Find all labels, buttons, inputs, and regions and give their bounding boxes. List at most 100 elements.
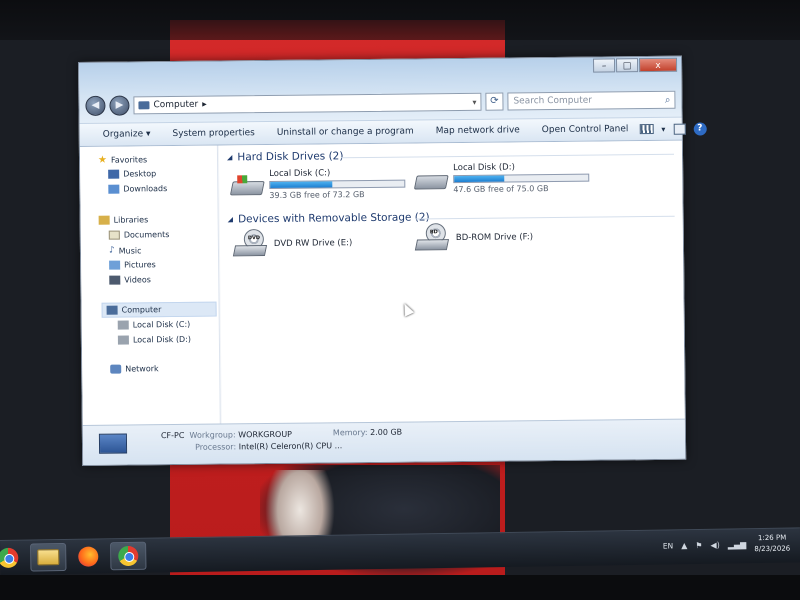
help-icon[interactable]: ? xyxy=(693,121,707,136)
taskbar-chrome-pinned[interactable] xyxy=(0,544,26,573)
screen-bezel-top xyxy=(0,0,800,40)
drive-free-space: 39.3 GB free of 73.2 GB xyxy=(269,190,365,201)
drive-name: Local Disk (C:) xyxy=(269,168,331,180)
group-title: Devices with Removable Storage (2) xyxy=(237,211,430,226)
desktop-icon xyxy=(108,169,120,179)
back-button[interactable]: ◀ xyxy=(85,95,106,116)
computer-name: CF-PC xyxy=(160,430,185,441)
address-text: Computer xyxy=(153,99,199,111)
disc-badge: DVD xyxy=(247,235,261,242)
drive-free-space: 47.6 GB free of 75.0 GB xyxy=(453,184,549,195)
search-icon[interactable]: ⌕ xyxy=(665,93,671,109)
minimize-button[interactable]: – xyxy=(592,58,616,73)
star-icon: ★ xyxy=(97,154,108,166)
maximize-button[interactable]: □ xyxy=(615,58,639,73)
forward-button[interactable]: ▶ xyxy=(109,95,130,116)
content-area: ◢ Hard Disk Drives (2) Local Disk (C:) 3… xyxy=(218,140,685,424)
hard-disk-icon xyxy=(117,335,129,345)
collapse-arrow-icon[interactable]: ◢ xyxy=(228,215,233,223)
system-tray: EN ▲ ⚑ ◀) ▂▄▆ 1:26 PM 8/23/2026 xyxy=(663,533,791,557)
hard-disk-group-header[interactable]: ◢ Hard Disk Drives (2) xyxy=(227,150,344,163)
clock-date: 8/23/2026 xyxy=(754,544,791,554)
sidebar-item-pictures[interactable]: Pictures xyxy=(109,260,156,270)
sidebar-item-label: Libraries xyxy=(113,215,149,225)
sidebar-item-label: Desktop xyxy=(123,169,157,179)
clock[interactable]: 1:26 PM 8/23/2026 xyxy=(754,533,790,556)
group-divider xyxy=(341,153,675,159)
hard-disk-icon xyxy=(413,169,449,191)
action-center-icon[interactable]: ⚑ xyxy=(695,540,702,549)
taskbar-chrome[interactable] xyxy=(110,541,147,571)
drive-d-tile[interactable]: Local Disk (D:) 47.6 GB free of 75.0 GB xyxy=(413,162,590,196)
explorer-window: – □ x ◀ ▶ Computer ▸ ▾ ⟳ Search Computer… xyxy=(78,55,707,466)
details-row-1: CF-PC Workgroup: WORKGROUP xyxy=(161,430,292,440)
music-icon: ♪ xyxy=(108,245,115,256)
breadcrumb-arrow-icon[interactable]: ▸ xyxy=(202,100,207,110)
language-indicator[interactable]: EN xyxy=(663,541,673,550)
sidebar-item-disk-c[interactable]: Local Disk (C:) xyxy=(117,319,191,330)
window-frame: – □ x ◀ ▶ Computer ▸ ▾ ⟳ Search Computer… xyxy=(79,56,682,123)
memory-label: Memory: xyxy=(332,427,368,438)
computer-large-icon xyxy=(98,433,128,454)
drive-c-tile[interactable]: Local Disk (C:) 39.3 GB free of 73.2 GB xyxy=(229,168,406,202)
details-pane: CF-PC Workgroup: WORKGROUP Memory: 2.00 … xyxy=(82,418,686,465)
search-input[interactable]: Search Computer ⌕ xyxy=(507,90,676,111)
downloads-icon xyxy=(108,184,120,194)
processor-value: Intel(R) Celeron(R) CPU ... xyxy=(238,441,343,452)
address-bar[interactable]: Computer ▸ ▾ xyxy=(133,92,482,115)
taskbar-explorer[interactable] xyxy=(30,542,67,572)
documents-icon xyxy=(108,230,120,240)
bd-drive-tile[interactable]: BD BD-ROM Drive (F:) xyxy=(414,222,533,253)
sidebar-item-label: Local Disk (C:) xyxy=(132,319,191,330)
group-divider xyxy=(415,215,675,220)
navigation-pane: ★ Favorites Desktop Downloads Libraries … xyxy=(79,145,221,425)
drive-usage-bar xyxy=(453,173,590,184)
libraries-icon xyxy=(98,215,110,225)
workgroup-value: WORKGROUP xyxy=(238,429,293,440)
open-control-panel-button[interactable]: Open Control Panel xyxy=(531,124,640,135)
uninstall-program-button[interactable]: Uninstall or change a program xyxy=(266,126,425,138)
bd-rom-drive-icon: BD xyxy=(414,223,450,253)
sidebar-item-label: Downloads xyxy=(123,184,168,194)
chevron-down-icon[interactable]: ▾ xyxy=(472,97,480,106)
details-row-2: Processor: Intel(R) Celeron(R) CPU ... xyxy=(195,441,342,452)
system-properties-button[interactable]: System properties xyxy=(161,128,265,139)
sidebar-item-desktop[interactable]: Desktop xyxy=(108,169,156,179)
monitor-bezel-bottom xyxy=(0,575,800,600)
sidebar-item-music[interactable]: ♪ Music xyxy=(108,245,142,256)
group-title: Hard Disk Drives (2) xyxy=(237,150,344,164)
details-memory: Memory: 2.00 GB xyxy=(333,428,402,438)
volume-icon[interactable]: ◀) xyxy=(710,540,719,549)
view-dropdown-icon[interactable]: ▾ xyxy=(661,124,665,133)
sidebar-item-network[interactable]: Network xyxy=(110,364,159,374)
sidebar-item-label: Music xyxy=(118,245,142,256)
drive-usage-fill xyxy=(270,181,332,188)
sidebar-item-videos[interactable]: Videos xyxy=(109,275,151,285)
removable-group-header[interactable]: ◢ Devices with Removable Storage (2) xyxy=(228,211,430,225)
dvd-drive-tile[interactable]: DVD DVD RW Drive (E:) xyxy=(232,228,353,259)
drive-usage-bar xyxy=(269,179,406,190)
chrome-icon xyxy=(118,545,139,567)
sidebar-item-disk-d[interactable]: Local Disk (D:) xyxy=(117,335,191,345)
preview-pane-icon[interactable] xyxy=(673,123,686,135)
taskbar-firefox[interactable] xyxy=(70,542,106,571)
sidebar-item-label: Network xyxy=(125,364,159,374)
refresh-button[interactable]: ⟳ xyxy=(485,92,504,111)
network-signal-icon[interactable]: ▂▄▆ xyxy=(728,540,747,549)
close-button[interactable]: x xyxy=(638,57,678,73)
show-hidden-icons-icon[interactable]: ▲ xyxy=(681,541,687,550)
sidebar-item-label: Videos xyxy=(124,275,151,285)
sidebar-item-documents[interactable]: Documents xyxy=(108,230,169,240)
pictures-icon xyxy=(109,260,121,270)
sidebar-item-favorites[interactable]: ★ Favorites xyxy=(98,154,147,166)
sidebar-item-libraries[interactable]: Libraries xyxy=(98,215,149,225)
processor-label: Processor: xyxy=(194,442,237,452)
search-placeholder: Search Computer xyxy=(513,95,593,107)
organize-button[interactable]: Organize ▾ xyxy=(92,129,162,140)
change-view-icon[interactable] xyxy=(639,123,654,135)
sidebar-item-downloads[interactable]: Downloads xyxy=(108,184,167,194)
sidebar-item-computer[interactable]: Computer xyxy=(101,301,217,318)
map-network-drive-button[interactable]: Map network drive xyxy=(425,125,531,136)
sidebar-item-label: Favorites xyxy=(110,155,148,165)
collapse-arrow-icon[interactable]: ◢ xyxy=(227,153,232,161)
